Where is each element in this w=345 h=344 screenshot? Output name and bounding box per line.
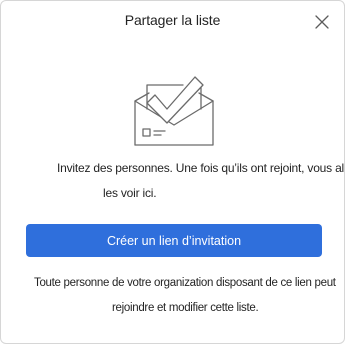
close-icon[interactable] <box>315 15 329 29</box>
permission-note-line-1: Toute personne de votre organization dis… <box>34 277 336 289</box>
envelope-checkmark-icon <box>134 76 214 146</box>
share-list-dialog: Partager la liste Invitez des personnes.… <box>0 0 345 344</box>
description-line-1: Invitez des personnes. Une fois qu’ils o… <box>57 161 345 175</box>
create-invitation-link-button[interactable]: Créer un lien d’invitation <box>26 224 322 257</box>
description: Invitez des personnes. Une fois qu’ils o… <box>1 156 344 206</box>
dialog-title: Partager la liste <box>124 12 221 28</box>
permission-note-line-2: rejoindre et modifier cette liste. <box>112 302 259 314</box>
permission-note: Toute personne de votre organization dis… <box>1 271 344 321</box>
description-line-2: les voir ici. <box>103 186 157 200</box>
